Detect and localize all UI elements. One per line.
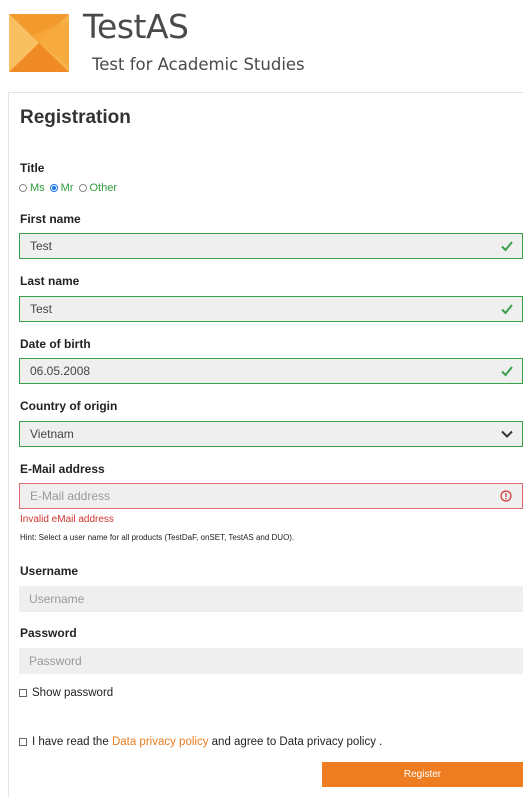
country-select[interactable]: Vietnam: [19, 421, 523, 447]
country-label: Country of origin: [20, 399, 118, 413]
testas-logo-icon: [9, 14, 69, 72]
title-option-other[interactable]: Other: [78, 182, 118, 194]
show-password-option[interactable]: Show password: [19, 687, 113, 699]
privacy-suffix: and agree to Data privacy policy .: [211, 736, 383, 748]
show-password-checkbox[interactable]: [19, 689, 27, 697]
radio-other-label: Other: [89, 182, 118, 194]
error-icon: [500, 490, 512, 502]
title-radio-group: Ms Mr Other: [19, 182, 122, 194]
dob-field[interactable]: 06.05.2008: [19, 358, 523, 384]
username-field[interactable]: Username: [19, 586, 523, 612]
last-name-field[interactable]: Test: [19, 296, 523, 322]
privacy-consent-option[interactable]: I have read the Data privacy policy and …: [19, 736, 382, 748]
chevron-down-icon: [501, 430, 513, 438]
valid-check-icon: [501, 366, 513, 377]
username-label: Username: [20, 564, 79, 578]
first-name-label: First name: [20, 212, 81, 226]
radio-mr[interactable]: [49, 184, 58, 192]
password-placeholder: Password: [29, 654, 82, 668]
register-button[interactable]: Register: [322, 762, 523, 787]
brand-title: TestAS: [83, 7, 189, 46]
radio-other[interactable]: [78, 184, 87, 192]
radio-mr-label: Mr: [60, 182, 74, 194]
title-option-mr[interactable]: Mr: [49, 182, 74, 194]
email-error: Invalid eMail address: [20, 514, 114, 525]
first-name-field[interactable]: Test: [19, 233, 523, 259]
email-placeholder: E-Mail address: [30, 489, 111, 503]
email-field[interactable]: E-Mail address: [19, 483, 523, 509]
dob-label: Date of birth: [20, 337, 91, 351]
last-name-value: Test: [30, 302, 53, 316]
privacy-prefix: I have read the: [32, 736, 109, 748]
radio-ms[interactable]: [19, 184, 27, 192]
email-label: E-Mail address: [20, 462, 105, 476]
username-hint: Hint: Select a user name for all product…: [20, 533, 295, 542]
first-name-value: Test: [30, 239, 53, 253]
country-value: Vietnam: [30, 427, 74, 441]
title-label: Title: [20, 161, 45, 175]
show-password-label: Show password: [32, 687, 114, 699]
title-option-ms[interactable]: Ms: [19, 182, 45, 194]
privacy-checkbox[interactable]: [19, 738, 27, 746]
site-header: TestAS Test for Academic Studies: [0, 0, 523, 92]
radio-ms-label: Ms: [30, 182, 45, 194]
brand-subtitle: Test for Academic Studies: [92, 55, 305, 74]
valid-check-icon: [501, 304, 513, 315]
privacy-policy-link[interactable]: Data privacy policy: [112, 736, 209, 748]
password-label: Password: [20, 626, 77, 640]
username-placeholder: Username: [29, 592, 85, 606]
last-name-label: Last name: [20, 274, 80, 288]
password-field[interactable]: Password: [19, 648, 523, 674]
dob-value: 06.05.2008: [30, 364, 91, 378]
page-title: Registration: [20, 107, 131, 128]
valid-check-icon: [501, 241, 513, 252]
